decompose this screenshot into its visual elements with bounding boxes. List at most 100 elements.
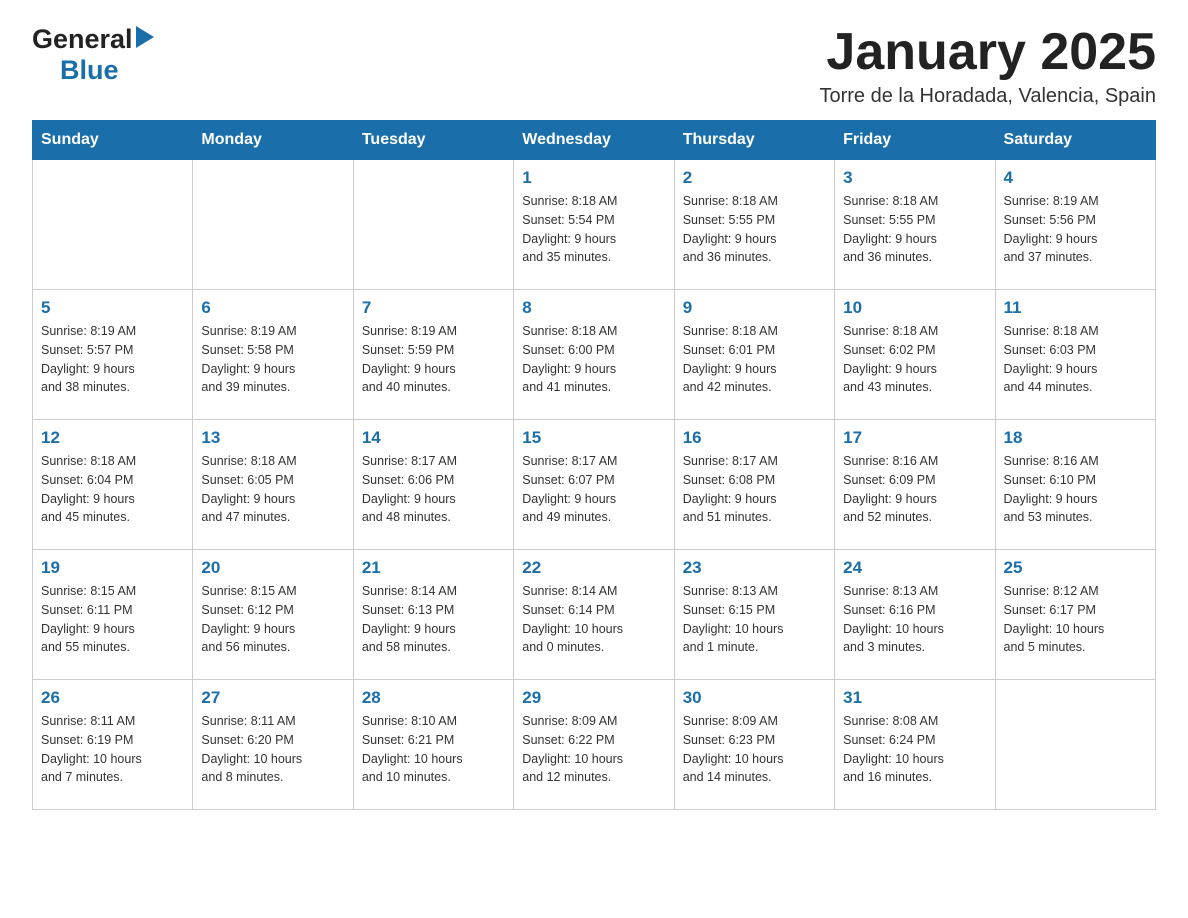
day-number: 28: [362, 688, 505, 708]
day-info: Sunrise: 8:19 AM Sunset: 5:58 PM Dayligh…: [201, 322, 344, 397]
weekday-header-thursday: Thursday: [674, 121, 834, 160]
day-number: 3: [843, 168, 986, 188]
empty-cell: [33, 160, 193, 290]
calendar-day-28: 28Sunrise: 8:10 AM Sunset: 6:21 PM Dayli…: [353, 680, 513, 810]
calendar-day-20: 20Sunrise: 8:15 AM Sunset: 6:12 PM Dayli…: [193, 550, 353, 680]
day-info: Sunrise: 8:18 AM Sunset: 6:00 PM Dayligh…: [522, 322, 665, 397]
day-number: 7: [362, 298, 505, 318]
day-info: Sunrise: 8:16 AM Sunset: 6:10 PM Dayligh…: [1004, 452, 1147, 527]
day-number: 1: [522, 168, 665, 188]
calendar-day-29: 29Sunrise: 8:09 AM Sunset: 6:22 PM Dayli…: [514, 680, 674, 810]
day-number: 19: [41, 558, 184, 578]
day-info: Sunrise: 8:17 AM Sunset: 6:08 PM Dayligh…: [683, 452, 826, 527]
day-info: Sunrise: 8:12 AM Sunset: 6:17 PM Dayligh…: [1004, 582, 1147, 657]
day-info: Sunrise: 8:18 AM Sunset: 5:55 PM Dayligh…: [843, 192, 986, 267]
location: Torre de la Horadada, Valencia, Spain: [819, 85, 1156, 108]
day-number: 24: [843, 558, 986, 578]
day-info: Sunrise: 8:18 AM Sunset: 5:55 PM Dayligh…: [683, 192, 826, 267]
calendar-day-26: 26 Sunrise: 8:11 AM Sunset: 6:19 PM Dayli…: [33, 680, 193, 810]
day-info: Sunrise: 8:18 AM Sunset: 6:02 PM Dayligh…: [843, 322, 986, 397]
day-number: 4: [1004, 168, 1147, 188]
calendar-table: SundayMondayTuesdayWednesdayThursdayFrid…: [32, 120, 1156, 810]
calendar-day-5: 5 Sunrise: 8:19 AM Sunset: 5:57 PM Daylig…: [33, 290, 193, 420]
logo-general-text: General: [32, 24, 133, 55]
day-number: 9: [683, 298, 826, 318]
day-number: 6: [201, 298, 344, 318]
calendar-day-3: 3 Sunrise: 8:18 AM Sunset: 5:55 PM Daylig…: [835, 160, 995, 290]
weekday-header-row: SundayMondayTuesdayWednesdayThursdayFrid…: [33, 121, 1156, 160]
calendar-day-4: 4 Sunrise: 8:19 AM Sunset: 5:56 PM Daylig…: [995, 160, 1155, 290]
day-info: Sunrise: 8:09 AM Sunset: 6:22 PM Dayligh…: [522, 712, 665, 787]
day-number: 26: [41, 688, 184, 708]
title-section: January 2025 Torre de la Horadada, Valen…: [819, 24, 1156, 108]
day-info: Sunrise: 8:16 AM Sunset: 6:09 PM Dayligh…: [843, 452, 986, 527]
logo-blue-text: Blue: [60, 55, 119, 86]
calendar-day-16: 16 Sunrise: 8:17 AM Sunset: 6:08 PM Dayli…: [674, 420, 834, 550]
logo: General Blue: [32, 24, 154, 86]
day-info: Sunrise: 8:19 AM Sunset: 5:57 PM Dayligh…: [41, 322, 184, 397]
day-number: 22: [522, 558, 665, 578]
day-number: 17: [843, 428, 986, 448]
day-number: 21: [362, 558, 505, 578]
day-info: Sunrise: 8:17 AM Sunset: 6:06 PM Dayligh…: [362, 452, 505, 527]
empty-cell: [353, 160, 513, 290]
day-info: Sunrise: 8:09 AM Sunset: 6:23 PM Dayligh…: [683, 712, 826, 787]
calendar-week-4: 19 Sunrise: 8:15 AM Sunset: 6:11 PM Dayli…: [33, 550, 1156, 680]
calendar-week-5: 26 Sunrise: 8:11 AM Sunset: 6:19 PM Dayli…: [33, 680, 1156, 810]
day-number: 2: [683, 168, 826, 188]
day-info: Sunrise: 8:15 AM Sunset: 6:12 PM Dayligh…: [201, 582, 344, 657]
day-info: Sunrise: 8:19 AM Sunset: 5:56 PM Dayligh…: [1004, 192, 1147, 267]
calendar-day-14: 14 Sunrise: 8:17 AM Sunset: 6:06 PM Dayli…: [353, 420, 513, 550]
weekday-header-tuesday: Tuesday: [353, 121, 513, 160]
calendar-day-23: 23 Sunrise: 8:13 AM Sunset: 6:15 PM Dayli…: [674, 550, 834, 680]
calendar-day-15: 15 Sunrise: 8:17 AM Sunset: 6:07 PM Dayli…: [514, 420, 674, 550]
logo-arrow-icon: [136, 26, 154, 53]
calendar-week-2: 5 Sunrise: 8:19 AM Sunset: 5:57 PM Daylig…: [33, 290, 1156, 420]
day-number: 13: [201, 428, 344, 448]
day-number: 14: [362, 428, 505, 448]
calendar-day-17: 17 Sunrise: 8:16 AM Sunset: 6:09 PM Dayli…: [835, 420, 995, 550]
calendar-day-31: 31Sunrise: 8:08 AM Sunset: 6:24 PM Dayli…: [835, 680, 995, 810]
calendar-day-9: 9Sunrise: 8:18 AM Sunset: 6:01 PM Daylig…: [674, 290, 834, 420]
day-number: 18: [1004, 428, 1147, 448]
weekday-header-sunday: Sunday: [33, 121, 193, 160]
calendar-day-1: 1 Sunrise: 8:18 AM Sunset: 5:54 PM Daylig…: [514, 160, 674, 290]
day-number: 8: [522, 298, 665, 318]
day-number: 23: [683, 558, 826, 578]
calendar-day-12: 12Sunrise: 8:18 AM Sunset: 6:04 PM Dayli…: [33, 420, 193, 550]
day-info: Sunrise: 8:11 AM Sunset: 6:19 PM Dayligh…: [41, 712, 184, 787]
weekday-header-monday: Monday: [193, 121, 353, 160]
day-info: Sunrise: 8:15 AM Sunset: 6:11 PM Dayligh…: [41, 582, 184, 657]
day-info: Sunrise: 8:08 AM Sunset: 6:24 PM Dayligh…: [843, 712, 986, 787]
calendar-day-11: 11 Sunrise: 8:18 AM Sunset: 6:03 PM Dayli…: [995, 290, 1155, 420]
weekday-header-friday: Friday: [835, 121, 995, 160]
day-number: 16: [683, 428, 826, 448]
day-info: Sunrise: 8:11 AM Sunset: 6:20 PM Dayligh…: [201, 712, 344, 787]
day-info: Sunrise: 8:14 AM Sunset: 6:13 PM Dayligh…: [362, 582, 505, 657]
day-info: Sunrise: 8:13 AM Sunset: 6:15 PM Dayligh…: [683, 582, 826, 657]
month-title: January 2025: [819, 24, 1156, 81]
calendar-week-1: 1 Sunrise: 8:18 AM Sunset: 5:54 PM Daylig…: [33, 160, 1156, 290]
calendar-day-13: 13 Sunrise: 8:18 AM Sunset: 6:05 PM Dayli…: [193, 420, 353, 550]
day-number: 12: [41, 428, 184, 448]
calendar-day-8: 8 Sunrise: 8:18 AM Sunset: 6:00 PM Daylig…: [514, 290, 674, 420]
calendar-day-21: 21 Sunrise: 8:14 AM Sunset: 6:13 PM Dayli…: [353, 550, 513, 680]
day-info: Sunrise: 8:17 AM Sunset: 6:07 PM Dayligh…: [522, 452, 665, 527]
weekday-header-saturday: Saturday: [995, 121, 1155, 160]
day-info: Sunrise: 8:13 AM Sunset: 6:16 PM Dayligh…: [843, 582, 986, 657]
calendar-day-6: 6 Sunrise: 8:19 AM Sunset: 5:58 PM Daylig…: [193, 290, 353, 420]
day-info: Sunrise: 8:18 AM Sunset: 6:03 PM Dayligh…: [1004, 322, 1147, 397]
weekday-header-wednesday: Wednesday: [514, 121, 674, 160]
calendar-day-22: 22Sunrise: 8:14 AM Sunset: 6:14 PM Dayli…: [514, 550, 674, 680]
day-info: Sunrise: 8:18 AM Sunset: 6:05 PM Dayligh…: [201, 452, 344, 527]
day-number: 5: [41, 298, 184, 318]
day-info: Sunrise: 8:18 AM Sunset: 5:54 PM Dayligh…: [522, 192, 665, 267]
day-number: 11: [1004, 298, 1147, 318]
day-number: 27: [201, 688, 344, 708]
calendar-day-18: 18 Sunrise: 8:16 AM Sunset: 6:10 PM Dayli…: [995, 420, 1155, 550]
calendar-week-3: 12Sunrise: 8:18 AM Sunset: 6:04 PM Dayli…: [33, 420, 1156, 550]
day-info: Sunrise: 8:19 AM Sunset: 5:59 PM Dayligh…: [362, 322, 505, 397]
day-number: 25: [1004, 558, 1147, 578]
empty-cell: [193, 160, 353, 290]
day-number: 15: [522, 428, 665, 448]
